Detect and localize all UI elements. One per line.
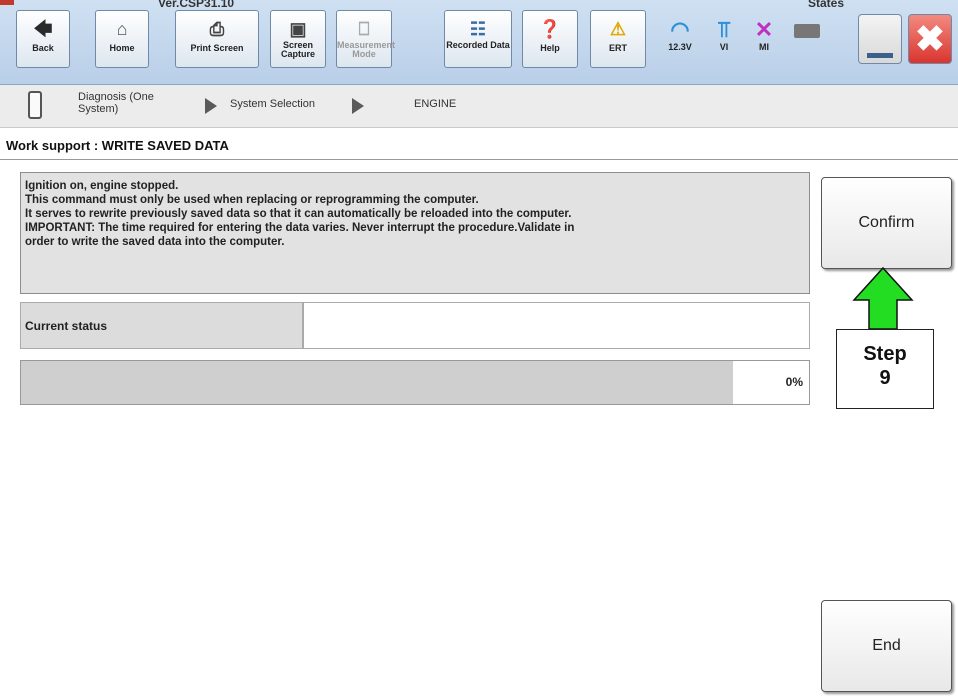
toolbar: Ver.CSP31.10 States 🡄 Back ⌂ Home ⎙ Prin… xyxy=(0,0,958,85)
close-button[interactable]: ✖ xyxy=(908,14,952,64)
printer-icon: ⎙ xyxy=(209,19,225,39)
progress-fill xyxy=(21,361,733,404)
divider xyxy=(0,159,958,160)
home-label: Home xyxy=(109,43,135,53)
breadcrumb-diagnosis[interactable]: Diagnosis (One System) xyxy=(78,91,178,115)
end-button[interactable]: End xyxy=(821,600,952,692)
recorded-data-label: Recorded Data xyxy=(446,40,510,50)
breadcrumb-system-selection[interactable]: System Selection xyxy=(230,98,315,110)
current-status-label: Current status xyxy=(20,302,303,349)
states-label: States xyxy=(808,0,845,10)
step-arrow-icon xyxy=(852,266,914,330)
warning-icon: ⚠ xyxy=(609,19,627,39)
help-button[interactable]: ❓ Help xyxy=(522,10,578,68)
minimize-button[interactable] xyxy=(858,14,902,64)
chevron-right-icon xyxy=(352,98,364,114)
car-battery-icon: ◠ xyxy=(670,17,690,42)
camera-icon: ▣ xyxy=(289,19,307,39)
print-screen-button[interactable]: ⎙ Print Screen xyxy=(175,10,259,68)
battery-voltage-label: 12.3V xyxy=(668,42,692,52)
breadcrumb: Diagnosis (One System) System Selection … xyxy=(0,85,958,128)
status-light-icon xyxy=(794,24,820,38)
home-icon: ⌂ xyxy=(116,19,128,39)
mi-label: MI xyxy=(759,42,769,52)
minimize-icon xyxy=(867,53,893,58)
breadcrumb-engine: ENGINE xyxy=(414,98,457,110)
progress-bar: 0% xyxy=(20,360,810,405)
measurement-icon: ⎕ xyxy=(358,19,370,39)
progress-percent: 0% xyxy=(785,375,803,389)
instruction-message: Ignition on, engine stopped. This comman… xyxy=(20,172,810,294)
chevron-right-icon xyxy=(205,98,217,114)
back-arrow-icon: 🡄 xyxy=(33,19,53,39)
print-screen-label: Print Screen xyxy=(190,43,244,53)
recorded-data-button[interactable]: ☷ Recorded Data xyxy=(444,10,512,68)
step-arrow-shape xyxy=(852,266,914,330)
step-annotation: Step 9 xyxy=(836,329,934,409)
home-button[interactable]: ⌂ Home xyxy=(95,10,149,68)
close-icon: ✖ xyxy=(914,18,946,59)
mi-x-icon: ✕ xyxy=(754,17,774,42)
step-number: 9 xyxy=(879,367,891,389)
version-label: Ver.CSP31.10 xyxy=(158,0,235,10)
signal-icon: ⫪ xyxy=(717,17,731,42)
screen-capture-label: Screen Capture xyxy=(280,40,315,59)
battery-voltage-indicator: ◠ 12.3V xyxy=(662,17,698,53)
vi-indicator: ⫪ VI xyxy=(706,17,742,53)
measurement-mode-button[interactable]: ⎕ Measurement Mode xyxy=(336,10,396,68)
message-line: This command must only be used when repl… xyxy=(25,194,479,206)
vi-label: VI xyxy=(719,42,729,52)
ert-label: ERT xyxy=(609,43,627,53)
app-logo xyxy=(0,0,14,5)
help-label: Help xyxy=(540,43,560,53)
help-icon: ❓ xyxy=(538,19,562,39)
back-button[interactable]: 🡄 Back xyxy=(16,10,70,68)
device-icon xyxy=(28,91,42,119)
screen-capture-button[interactable]: ▣ Screen Capture xyxy=(270,10,326,68)
measurement-mode-label: Measurement Mode xyxy=(337,40,396,59)
message-line: Ignition on, engine stopped. xyxy=(25,180,179,192)
page-title: Work support : WRITE SAVED DATA xyxy=(6,138,229,153)
message-line: IMPORTANT: The time required for enterin… xyxy=(25,222,575,234)
back-label: Back xyxy=(32,43,54,53)
recorded-data-icon: ☷ xyxy=(469,19,487,39)
message-line: It serves to rewrite previously saved da… xyxy=(25,208,572,220)
message-line: order to write the saved data into the c… xyxy=(25,236,285,248)
current-status-value xyxy=(303,302,810,349)
step-label: Step xyxy=(863,343,907,365)
confirm-button[interactable]: Confirm xyxy=(821,177,952,269)
mi-indicator: ✕ MI xyxy=(746,17,782,53)
ert-button[interactable]: ⚠ ERT xyxy=(590,10,646,68)
